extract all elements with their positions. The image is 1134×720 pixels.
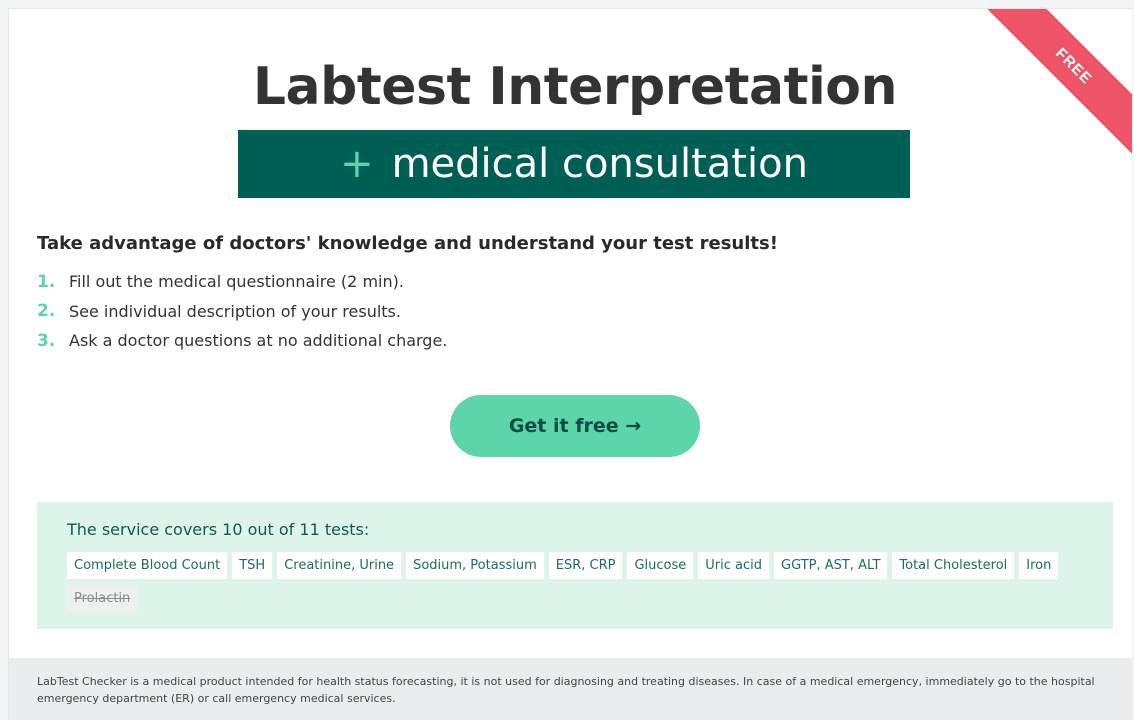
test-tags: Complete Blood Count TSH Creatinine, Uri…	[67, 552, 1083, 612]
test-tag: GGTP, AST, ALT	[774, 552, 888, 579]
offer-card: FREE Labtest Interpretation + medical co…	[8, 8, 1132, 720]
step-text: See individual description of your resul…	[69, 301, 401, 321]
intro-headline: Take advantage of doctors' knowledge and…	[37, 233, 778, 254]
test-tag: ESR, CRP	[548, 552, 623, 579]
step-item: 3. Ask a doctor questions at no addition…	[37, 326, 447, 356]
disclaimer-footer: LabTest Checker is a medical product int…	[9, 658, 1132, 720]
test-tag: TSH	[232, 552, 273, 579]
test-tag: Iron	[1019, 552, 1059, 579]
test-tag: Glucose	[627, 552, 694, 579]
test-tag: Uric acid	[698, 552, 770, 579]
steps-list: 1. Fill out the medical questionnaire (2…	[37, 267, 447, 356]
plus-icon: +	[340, 141, 374, 187]
coverage-panel: The service covers 10 out of 11 tests: C…	[37, 502, 1113, 629]
step-text: Fill out the medical questionnaire (2 mi…	[69, 272, 404, 292]
step-item: 2. See individual description of your re…	[37, 297, 447, 327]
test-tag: Sodium, Potassium	[406, 552, 544, 579]
subtitle-text: medical consultation	[391, 141, 808, 187]
step-text: Ask a doctor questions at no additional …	[69, 331, 448, 351]
step-item: 1. Fill out the medical questionnaire (2…	[37, 267, 447, 297]
test-tag-unavailable: Prolactin	[67, 585, 138, 612]
subtitle-banner: + medical consultation	[238, 130, 910, 198]
coverage-title: The service covers 10 out of 11 tests:	[67, 520, 370, 539]
step-number: 1.	[37, 271, 56, 292]
get-it-free-button[interactable]: Get it free →	[450, 395, 700, 457]
test-tag: Total Cholesterol	[892, 552, 1015, 579]
step-number: 3.	[37, 330, 56, 351]
test-tag: Complete Blood Count	[67, 552, 228, 579]
page-title: Labtest Interpretation	[252, 57, 898, 117]
step-number: 2.	[37, 301, 56, 322]
test-tag: Creatinine, Urine	[277, 552, 402, 579]
